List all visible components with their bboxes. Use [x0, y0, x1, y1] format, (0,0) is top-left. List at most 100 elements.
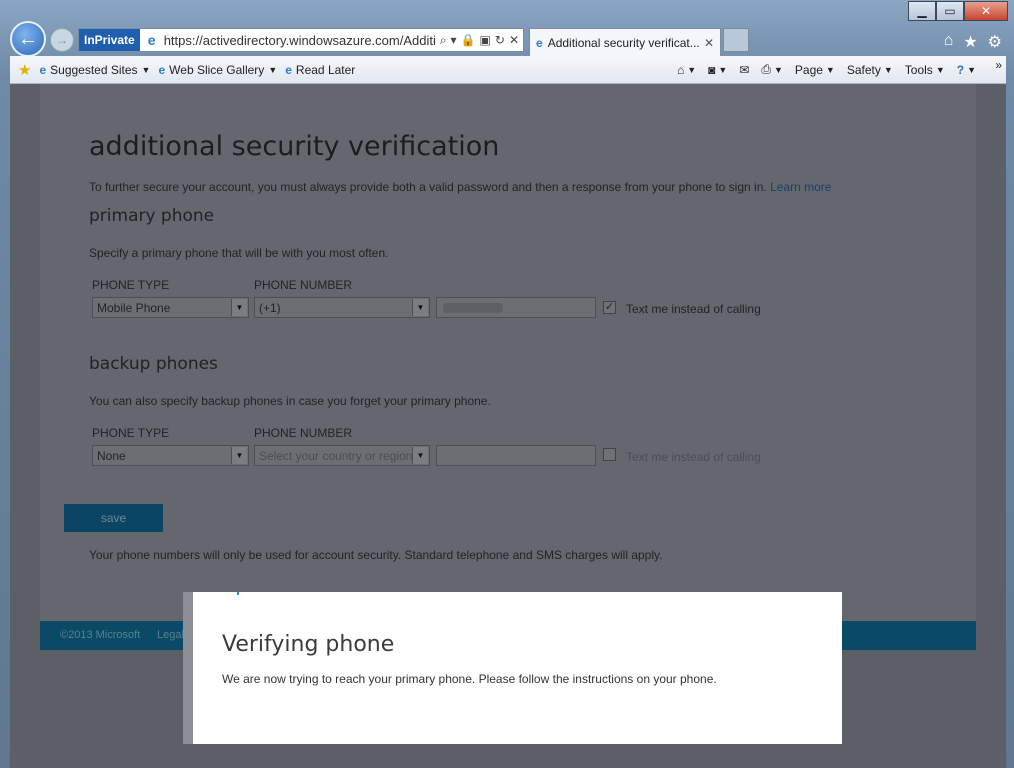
help-icon: ?	[956, 62, 965, 77]
backup-phone-type-select[interactable]: None ▼	[92, 445, 249, 466]
page-menu[interactable]: Page ▼	[795, 63, 835, 77]
backup-phones-description: You can also specify backup phones in ca…	[89, 394, 491, 408]
favorite-label: Web Slice Gallery	[169, 62, 265, 77]
home-icon: ⌂	[676, 62, 685, 77]
intro-sentence: To further secure your account, you must…	[89, 180, 767, 194]
minimize-button[interactable]: ▁	[908, 1, 936, 21]
tab-active[interactable]: e Additional security verificat... ✕	[529, 28, 721, 56]
favorite-suggested-sites[interactable]: e Suggested Sites ▼	[39, 63, 150, 77]
backup-text-me-checkbox[interactable]	[603, 448, 616, 461]
primary-phone-number-label: PHONE NUMBER	[254, 278, 353, 292]
navigation-bar: ← → InPrivate e https://activedirectory.…	[0, 21, 1014, 57]
window-controls: ▁ ▭ ✕	[908, 1, 1008, 21]
primary-phone-type-value: Mobile Phone	[97, 301, 171, 315]
close-tab-icon[interactable]: ✕	[704, 36, 714, 50]
more-chevron-icon[interactable]: »	[995, 58, 1002, 72]
progress-indicator	[237, 592, 239, 595]
page-content: additional security verification To furt…	[40, 84, 976, 624]
refresh-icon[interactable]: ↻	[495, 33, 505, 48]
backup-text-me-label: Text me instead of calling	[626, 450, 761, 464]
compatibility-icon[interactable]: ▣	[480, 33, 491, 48]
redacted-number	[443, 303, 503, 313]
home-icon[interactable]: ⌂	[944, 32, 954, 52]
intro-text: To further secure your account, you must…	[89, 180, 831, 194]
help-menu[interactable]: ? ▼	[957, 63, 976, 77]
backup-phones-heading: backup phones	[89, 354, 218, 374]
favorite-label: Read Later	[295, 62, 356, 77]
new-tab-button[interactable]	[723, 28, 749, 52]
back-arrow-icon: ←	[18, 27, 38, 50]
forward-arrow-icon: →	[56, 33, 68, 47]
chevron-down-icon: ▼	[268, 64, 278, 75]
ie-page-icon: e	[147, 32, 156, 48]
home-menu[interactable]: ⌂ ▼	[677, 63, 696, 77]
primary-country-code-value: (+1)	[259, 301, 281, 315]
inprivate-badge[interactable]: InPrivate	[79, 29, 140, 51]
disclaimer-text: Your phone numbers will only be used for…	[89, 548, 663, 562]
search-icon[interactable]: ⌕	[440, 33, 447, 48]
verifying-phone-dialog: Verifying phone We are now trying to rea…	[193, 592, 842, 744]
tools-menu-label: Tools	[904, 62, 933, 77]
primary-phone-type-label: PHONE TYPE	[92, 278, 170, 292]
favorites-star-icon[interactable]: ★	[963, 32, 977, 52]
stop-icon[interactable]: ✕	[509, 33, 519, 48]
modal-edge	[183, 592, 193, 744]
backup-phone-number-input[interactable]	[436, 445, 596, 466]
backup-phone-type-label: PHONE TYPE	[92, 426, 170, 440]
primary-phone-number-input[interactable]	[436, 297, 596, 318]
gear-icon[interactable]: ⚙	[988, 32, 1002, 52]
tab-title: Additional security verificat...	[547, 35, 700, 50]
learn-more-link[interactable]: Learn more	[770, 180, 831, 194]
command-bar: ⌂ ▼ ◙ ▼ ✉ ⎙ ▼ Page ▼ Safety ▼ Tools ▼ ? ▼	[677, 62, 1006, 77]
address-bar[interactable]: InPrivate e https://activedirectory.wind…	[78, 28, 524, 52]
favorites-star-icon: ★	[18, 61, 32, 79]
chevron-down-icon: ▼	[412, 299, 428, 316]
rss-icon: ◙	[708, 62, 716, 77]
page-menu-label: Page	[794, 62, 823, 77]
save-button[interactable]: save	[64, 504, 163, 532]
ie-icon: e	[158, 62, 166, 77]
chevron-down-icon: ▼	[231, 447, 247, 464]
primary-text-me-label: Text me instead of calling	[626, 302, 761, 316]
backup-phone-type-value: None	[97, 449, 126, 463]
chevron-down-icon: ▼	[412, 447, 428, 464]
safety-menu[interactable]: Safety ▼	[847, 63, 893, 77]
primary-phone-type-select[interactable]: Mobile Phone ▼	[92, 297, 249, 318]
favorites-bar: ★ e Suggested Sites ▼ e Web Slice Gallery ▼ …	[10, 56, 1006, 84]
mail-button[interactable]: ✉	[739, 63, 749, 77]
maximize-button[interactable]: ▭	[936, 1, 964, 21]
legal-link[interactable]: Legal	[157, 629, 184, 641]
backup-country-select[interactable]: Select your country or region ▼	[254, 445, 430, 466]
safety-menu-label: Safety	[846, 62, 881, 77]
copyright-text: ©2013 Microsoft	[60, 629, 141, 641]
title-bar: ▁ ▭ ✕	[0, 0, 1014, 24]
ie-tab-icon: e	[536, 35, 543, 50]
primary-country-code-select[interactable]: (+1) ▼	[254, 297, 430, 318]
ie-icon: e	[285, 62, 292, 77]
print-menu[interactable]: ⎙ ▼	[761, 62, 783, 77]
back-button[interactable]: ←	[10, 21, 46, 57]
favorite-web-slice-gallery[interactable]: e Web Slice Gallery ▼	[158, 63, 277, 77]
dialog-message: We are now trying to reach your primary …	[222, 672, 717, 686]
dropdown-chevron-icon[interactable]: ▾	[451, 33, 457, 48]
primary-phone-heading: primary phone	[89, 206, 215, 226]
ie-icon: e	[39, 62, 47, 77]
dialog-title: Verifying phone	[222, 632, 395, 657]
tools-menu[interactable]: Tools ▼	[905, 63, 945, 77]
primary-text-me-checkbox[interactable]: ✓	[603, 301, 616, 314]
feeds-menu[interactable]: ◙ ▼	[708, 63, 727, 77]
printer-icon: ⎙	[761, 62, 771, 76]
url-text[interactable]: https://activedirectory.windowsazure.com…	[164, 33, 436, 48]
primary-phone-description: Specify a primary phone that will be wit…	[89, 246, 389, 260]
page-title: additional security verification	[89, 131, 500, 162]
chevron-down-icon: ▼	[141, 64, 151, 75]
close-window-button[interactable]: ✕	[964, 1, 1008, 21]
chevron-down-icon: ▼	[231, 299, 247, 316]
favorite-label: Suggested Sites	[50, 62, 138, 77]
favorites-add-button[interactable]: ★	[18, 61, 31, 79]
mail-icon: ✉	[739, 62, 750, 77]
lock-icon[interactable]: 🔒	[461, 33, 476, 48]
browser-window: ▁ ▭ ✕ ← → InPrivate e https://activedire…	[0, 0, 1014, 768]
favorite-read-later[interactable]: e Read Later	[285, 63, 355, 77]
forward-button[interactable]: →	[50, 28, 74, 52]
